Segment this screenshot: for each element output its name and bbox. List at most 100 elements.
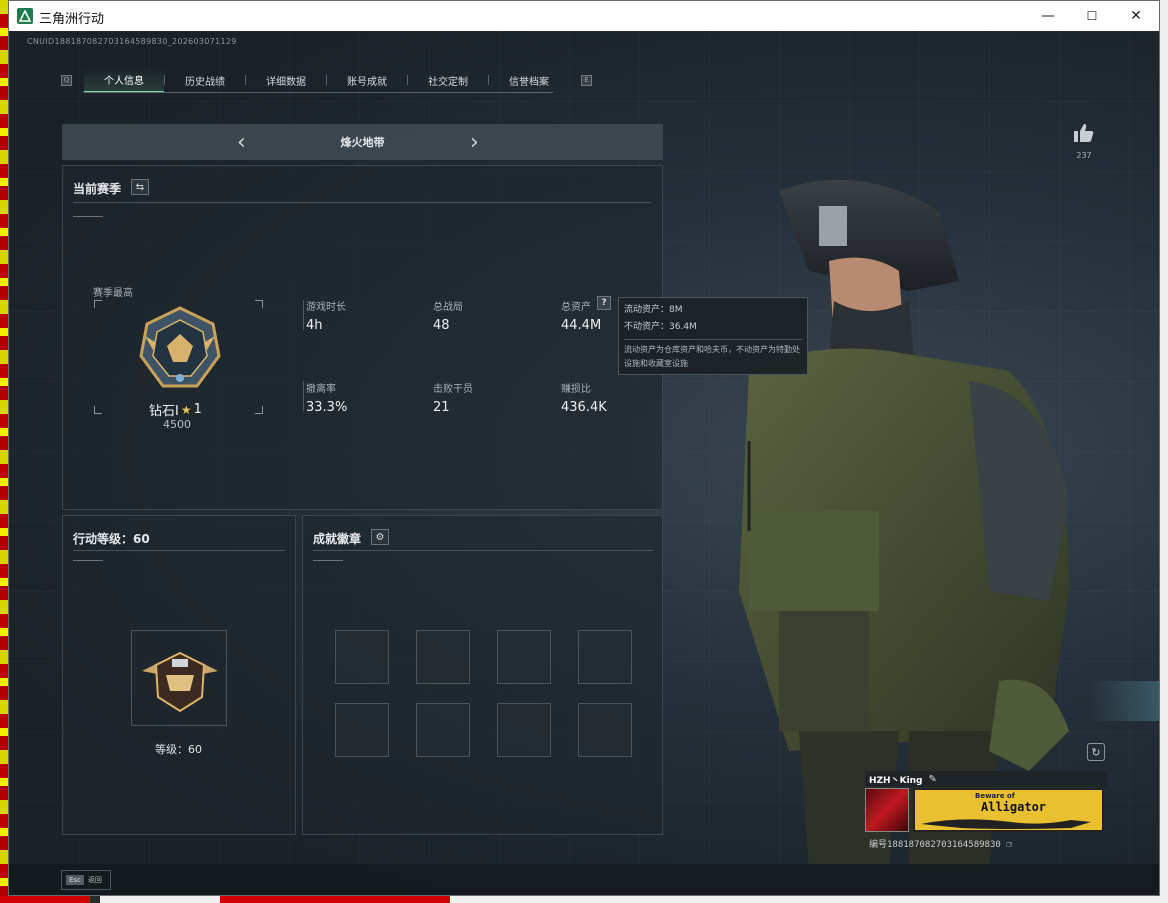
badge-slot[interactable]: [578, 630, 632, 684]
tab-social-custom[interactable]: 社交定制: [408, 67, 488, 93]
background-strip: [0, 0, 8, 903]
alligator-illustration: [921, 819, 1091, 829]
rank-name: 钻石I: [149, 404, 179, 419]
badge-slot[interactable]: [335, 630, 389, 684]
badge-slot[interactable]: [416, 630, 470, 684]
stat-label-profit-ratio: 赚损比: [561, 384, 591, 395]
badge-slot[interactable]: [335, 703, 389, 757]
rank-stars: 1: [193, 402, 202, 417]
badges-panel: 成就徽章 ⚙: [302, 515, 663, 835]
level-emblem-frame: [131, 630, 227, 726]
stat-divider: [303, 300, 304, 330]
panel-divider: [313, 550, 653, 551]
cnuid-text: CNUID188187082703164589830_202603071129: [27, 37, 237, 46]
level-label: 等级：60: [155, 743, 202, 756]
star-icon: ★: [180, 402, 192, 417]
banner-small-text: Beware of: [975, 792, 1015, 800]
level-emblem: [142, 651, 218, 713]
tabs-underline: [83, 92, 553, 93]
back-button[interactable]: Esc 返回: [61, 870, 111, 890]
panel-mark: [73, 216, 103, 217]
gear-icon[interactable]: ⚙: [371, 529, 389, 545]
name-banner[interactable]: Beware of Alligator: [913, 788, 1104, 832]
game-screen: CNUID188187082703164589830_202603071129 …: [9, 31, 1159, 895]
player-name: HZH丶King: [869, 775, 923, 786]
player-uid-text: 编号188187082703164589830: [869, 840, 1001, 850]
stat-value-total-matches: 48: [433, 318, 450, 333]
stat-label-playtime: 游戏时长: [306, 302, 346, 313]
mode-label: 烽火地带: [340, 136, 385, 149]
frame-corner: [255, 300, 263, 308]
mode-selector: ‹ 烽火地带 ›: [62, 124, 663, 160]
name-row: HZH丶King ✎: [865, 771, 1107, 787]
name-card-images: Beware of Alligator: [865, 788, 1107, 834]
minimize-button[interactable]: —: [1025, 1, 1071, 31]
copy-icon[interactable]: ❐: [1006, 840, 1011, 850]
panel-divider: [73, 550, 285, 551]
stat-value-playtime: 4h: [306, 318, 323, 333]
player-uid: 编号188187082703164589830 ❐: [869, 837, 1012, 850]
back-label: 返回: [87, 876, 102, 884]
rank-name-row: 钻石I ★ 1: [149, 400, 202, 419]
swap-icon[interactable]: ⇆: [131, 179, 149, 195]
chevron-left-icon[interactable]: ‹: [237, 130, 246, 155]
frame-corner: [94, 300, 102, 308]
badge-slot[interactable]: [416, 703, 470, 757]
badge-slot[interactable]: [497, 703, 551, 757]
badges-title: 成就徽章: [313, 532, 362, 546]
tooltip-liquid-assets: 流动资产：8M: [624, 305, 683, 315]
panel-mark: [73, 560, 103, 561]
tooltip-divider: [624, 339, 802, 340]
tab-bar: Q 个人信息 历史战绩 详细数据 账号成就 社交定制 信誉档案 E: [61, 67, 592, 93]
tab-credit-record[interactable]: 信誉档案: [489, 67, 569, 93]
game-window: 三角洲行动 — ☐ ✕ CNUID188187082703164589830_2…: [8, 0, 1160, 896]
stat-value-profit-ratio: 436.4K: [561, 400, 607, 415]
pencil-icon[interactable]: ✎: [929, 774, 937, 785]
maximize-button[interactable]: ☐: [1069, 1, 1115, 31]
level-panel: 行动等级：60 等级：60: [62, 515, 296, 835]
tab-detailed-data[interactable]: 详细数据: [246, 67, 326, 93]
like-widget[interactable]: 237: [1073, 123, 1095, 160]
chevron-right-icon[interactable]: ›: [470, 130, 479, 155]
avatar[interactable]: [865, 788, 909, 832]
refresh-icon[interactable]: ↻: [1087, 743, 1105, 761]
tab-prev-key[interactable]: Q: [61, 74, 72, 86]
app-logo-icon: [17, 8, 33, 24]
window-title: 三角洲行动: [39, 12, 105, 27]
esc-key: Esc: [66, 875, 84, 885]
season-title: 当前赛季: [73, 182, 122, 196]
stat-value-total-assets: 44.4M: [561, 318, 602, 333]
stat-value-kills: 21: [433, 400, 450, 415]
tooltip-fixed-assets: 不动资产：36.4M: [624, 322, 697, 332]
tab-achievements[interactable]: 账号成就: [327, 67, 407, 93]
stat-label-total-matches: 总战局: [433, 302, 463, 313]
rank-diamond-emblem: [139, 306, 221, 388]
bottom-bar: [9, 864, 1159, 895]
season-highest-label: 赛季最高: [93, 288, 133, 299]
background-taskbar-strip: [0, 896, 450, 903]
panel-divider: [73, 202, 651, 203]
stat-label-total-assets: 总资产: [561, 302, 591, 313]
close-button[interactable]: ✕: [1113, 1, 1159, 31]
tab-personal-info[interactable]: 个人信息: [84, 67, 164, 93]
badge-slot[interactable]: [578, 703, 632, 757]
thumbs-up-icon[interactable]: [1073, 123, 1095, 143]
player-name-card: HZH丶King ✎ Beware of Alligator: [865, 771, 1107, 835]
assets-tooltip: 流动资产：8M 不动资产：36.4M 流动资产为仓库资产和哈夫币，不动资产为特勤…: [618, 297, 808, 375]
stat-divider: [303, 381, 304, 411]
title-bar: 三角洲行动 — ☐ ✕: [9, 1, 1159, 31]
question-icon[interactable]: ?: [597, 296, 611, 310]
tab-match-history[interactable]: 历史战绩: [165, 67, 245, 93]
level-title: 行动等级：60: [73, 532, 150, 546]
stat-value-extract-rate: 33.3%: [306, 400, 348, 415]
season-panel: 当前赛季 ⇆ 赛季最高 钻石I ★ 1 4500 游戏时长 4h 总战局 48 …: [62, 165, 663, 510]
rank-score: 4500: [163, 418, 191, 431]
badge-slot[interactable]: [497, 630, 551, 684]
panel-mark: [313, 560, 343, 561]
background-light: [1089, 681, 1159, 721]
frame-corner: [94, 406, 102, 414]
operator-character: [739, 179, 1069, 871]
stat-label-extract-rate: 撤离率: [306, 384, 336, 395]
tab-next-key[interactable]: E: [581, 74, 592, 86]
like-count: 237: [1076, 151, 1092, 160]
